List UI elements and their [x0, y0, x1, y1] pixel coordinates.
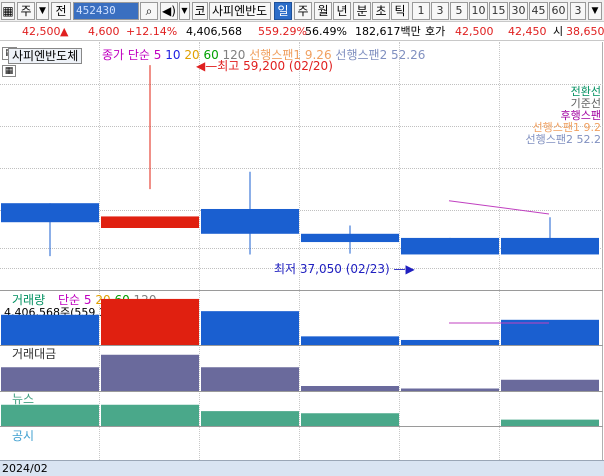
speaker-dropdown-icon[interactable]: ▼	[179, 2, 190, 20]
disclosure-title: 공시	[12, 429, 35, 443]
bar	[301, 336, 399, 345]
count-dropdown-icon[interactable]: ▼	[588, 2, 602, 20]
count-field[interactable]: 3	[570, 2, 586, 20]
bar	[101, 298, 199, 345]
period-button-year[interactable]: 년	[333, 2, 351, 20]
candle-body	[301, 233, 399, 243]
candlestick-plot	[1, 65, 599, 257]
interval-button-1[interactable]: 1	[412, 2, 430, 20]
bar	[201, 411, 299, 426]
market-select[interactable]: 주	[17, 2, 35, 20]
news-plot	[1, 404, 599, 426]
volume-plot	[1, 298, 599, 345]
bar	[201, 367, 299, 391]
stock-name-field[interactable]: 사피엔반도	[209, 2, 271, 20]
left-arrow-icon: ◀—	[196, 59, 218, 73]
candle-body	[501, 237, 599, 255]
ask-label: 호가	[425, 25, 446, 38]
grid-menu-icon[interactable]: ▦	[1, 2, 15, 20]
interval-button-60[interactable]: 60	[549, 2, 568, 20]
x-axis-date-label: 2024/02	[2, 462, 48, 475]
candle-body	[101, 216, 199, 228]
volume-value: 4,406,568	[186, 25, 242, 38]
bar	[501, 319, 599, 345]
bar	[1, 314, 99, 345]
mode-select[interactable]: 전	[51, 2, 71, 20]
right-arrow-icon: —▶	[389, 262, 415, 276]
bar	[1, 404, 99, 426]
market-dropdown-icon[interactable]: ▼	[36, 2, 49, 20]
open-price: 38,650	[566, 25, 604, 38]
bar	[201, 311, 299, 345]
current-price: 42,500	[22, 25, 61, 38]
interval-button-45[interactable]: 45	[529, 2, 548, 20]
search-icon[interactable]: ⌕	[140, 2, 158, 20]
period-button-minute[interactable]: 분	[353, 2, 371, 20]
bar	[101, 354, 199, 391]
bar	[1, 367, 99, 391]
ask-price-1: 42,500	[455, 25, 494, 38]
candle-body	[201, 208, 299, 234]
ask-price-2: 42,450	[508, 25, 547, 38]
change-percent: +12.14%	[126, 25, 178, 38]
up-arrow-icon: ▲	[60, 25, 69, 38]
interval-button-30[interactable]: 30	[509, 2, 528, 20]
price-change: 4,600	[88, 25, 120, 38]
period-button-month[interactable]: 월	[314, 2, 332, 20]
candle-body	[401, 237, 499, 255]
x-axis: 2024/02	[0, 460, 604, 476]
amount-plot	[1, 354, 599, 391]
high-label: ◀—최고 59,200 (02/20)	[196, 59, 333, 73]
disclosure-pane[interactable]	[0, 427, 603, 460]
lagging-span-line	[448, 200, 550, 215]
speaker-icon[interactable]: ◀)	[160, 2, 178, 20]
interval-button-10[interactable]: 10	[469, 2, 488, 20]
stock-code-input[interactable]: 452430	[73, 2, 139, 20]
candle-body	[1, 203, 99, 223]
quote-bar: 42,500 ▲ 4,600 +12.14% 4,406,568 559.29%…	[0, 22, 604, 41]
period-button-week[interactable]: 주	[294, 2, 312, 20]
interval-button-15[interactable]: 15	[489, 2, 508, 20]
period-button-tick[interactable]: 틱	[391, 2, 409, 20]
interval-button-5[interactable]: 5	[450, 2, 468, 20]
trading-amount: 182,617백만	[355, 25, 421, 38]
code-button[interactable]: 코	[192, 2, 208, 20]
period-button-second[interactable]: 초	[372, 2, 390, 20]
chart-toolbar: ▦ 주 ▼ 전 452430 ⌕ ◀) ▼ 코 사피엔반도 일 주 월 년 분 …	[0, 0, 604, 22]
bar	[501, 379, 599, 391]
low-label: 최저 37,050 (02/23) —▶	[274, 262, 415, 276]
bar	[301, 413, 399, 426]
interval-button-3[interactable]: 3	[431, 2, 449, 20]
bar	[101, 404, 199, 426]
open-label: 시	[553, 25, 564, 38]
period-button-day[interactable]: 일	[274, 2, 292, 20]
volume-ratio: 559.29%	[258, 25, 307, 38]
turnover-rate: 56.49%	[305, 25, 347, 38]
